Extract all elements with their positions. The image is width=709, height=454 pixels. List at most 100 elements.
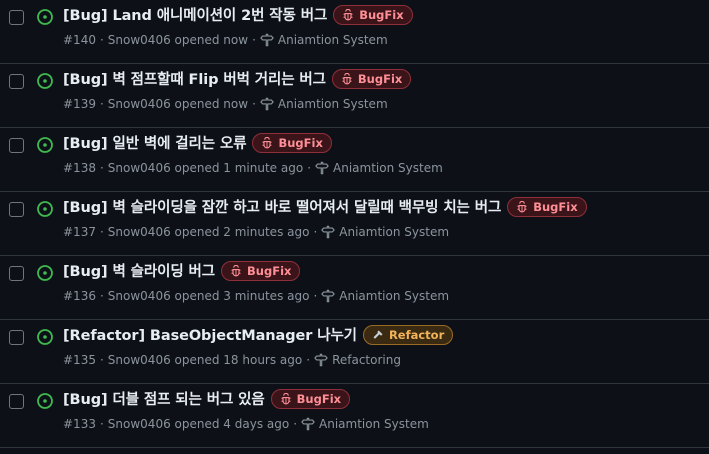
meta-separator: · xyxy=(307,161,312,175)
bug-icon xyxy=(516,200,528,213)
milestone-icon xyxy=(260,97,274,111)
issue-number: #135 xyxy=(63,353,96,367)
issue-label[interactable]: BugFix xyxy=(270,388,351,409)
issue-opened-by[interactable]: Snow0406 opened now xyxy=(108,97,248,111)
bug-icon xyxy=(280,392,292,405)
issue-opened-by[interactable]: Snow0406 opened 4 days ago xyxy=(108,417,289,431)
issue-checkbox[interactable] xyxy=(9,394,24,409)
milestone-icon xyxy=(315,161,329,175)
issue-opened-icon xyxy=(37,201,53,217)
issue-label-text: BugFix xyxy=(247,263,292,278)
issue-label[interactable]: BugFix xyxy=(507,196,587,217)
issue-meta: #135 · Snow0406 opened 18 hours ago · Re… xyxy=(63,353,401,367)
meta-separator: · xyxy=(99,161,104,175)
issue-meta: #136 · Snow0406 opened 3 minutes ago · A… xyxy=(63,289,449,303)
issue-checkbox[interactable] xyxy=(9,138,24,153)
issue-row: [Bug] 벽 점프할때 Flip 버벅 거리는 버그 BugFix #139 … xyxy=(0,64,709,128)
issue-checkbox[interactable] xyxy=(9,266,24,281)
issue-title[interactable]: [Bug] 벽 슬라이딩 버그 xyxy=(63,260,215,281)
issue-title[interactable]: [Bug] 벽 슬라이딩을 잠깐 하고 바로 떨어져서 달릴때 백무빙 치는 버… xyxy=(63,196,501,217)
issue-row: [Bug] 더블 점프 되는 버그 있음 BugFix #133 · Snow0… xyxy=(0,384,709,448)
issue-opened-icon xyxy=(37,265,53,281)
issue-row: [Bug] 벽 슬라이딩 버그 BugFix #136 · Snow0406 o… xyxy=(0,256,709,320)
bug-icon xyxy=(230,264,242,277)
issue-label[interactable]: BugFix xyxy=(252,132,332,153)
issue-meta: #133 · Snow0406 opened 4 days ago · Ania… xyxy=(63,417,429,431)
issue-milestone[interactable]: Aniamtion System xyxy=(339,289,449,303)
issue-title[interactable]: [Bug] 일반 벽에 걸리는 오류 xyxy=(63,132,247,153)
milestone-icon xyxy=(314,353,328,367)
issue-meta: #138 · Snow0406 opened 1 minute ago · An… xyxy=(63,161,443,175)
bug-icon xyxy=(342,8,354,21)
milestone-icon xyxy=(301,417,315,431)
issue-label-text: BugFix xyxy=(359,7,404,22)
issue-label[interactable]: BugFix xyxy=(331,68,412,89)
issue-checkbox[interactable] xyxy=(9,202,24,217)
issue-opened-by[interactable]: Snow0406 opened now xyxy=(108,33,248,47)
issue-label-text: BugFix xyxy=(533,199,578,214)
issue-milestone[interactable]: Aniamtion System xyxy=(278,33,388,47)
issue-title[interactable]: [Bug] 더블 점프 되는 버그 있음 xyxy=(63,388,265,409)
issue-checkbox[interactable] xyxy=(9,74,24,89)
milestone-icon xyxy=(321,225,335,239)
meta-separator: · xyxy=(313,225,318,239)
issue-title[interactable]: [Bug] Land 애니메이션이 2번 작동 버그 xyxy=(63,4,327,25)
issue-checkbox[interactable] xyxy=(9,10,24,25)
issue-opened-icon xyxy=(37,9,53,25)
meta-separator: · xyxy=(293,417,298,431)
issue-label[interactable]: BugFix xyxy=(333,4,413,25)
issue-opened-by[interactable]: Snow0406 opened 18 hours ago xyxy=(108,353,302,367)
issue-row: [Bug] 벽 슬라이딩을 잠깐 하고 바로 떨어져서 달릴때 백무빙 치는 버… xyxy=(0,192,709,256)
issue-checkbox[interactable] xyxy=(9,330,24,345)
issue-label-text: BugFix xyxy=(278,135,323,150)
issue-number: #138 xyxy=(63,161,96,175)
issue-opened-by[interactable]: Snow0406 opened 2 minutes ago xyxy=(108,225,310,239)
milestone-icon xyxy=(321,289,335,303)
issue-opened-icon xyxy=(37,137,53,153)
issue-number: #136 xyxy=(63,289,96,303)
issue-number: #139 xyxy=(63,97,96,111)
meta-separator: · xyxy=(313,289,318,303)
issue-row: [Refactor] BaseObjectManager 나누기 Refacto… xyxy=(0,320,709,384)
meta-separator: · xyxy=(252,97,256,111)
issue-list: [Bug] Land 애니메이션이 2번 작동 버그 BugFix #140 ·… xyxy=(0,0,709,454)
issue-number: #133 xyxy=(63,417,96,431)
issue-milestone[interactable]: Refactoring xyxy=(332,353,401,367)
meta-separator: · xyxy=(99,353,104,367)
meta-separator: · xyxy=(99,225,104,239)
meta-separator: · xyxy=(99,289,104,303)
issue-meta: #139 · Snow0406 opened now · Aniamtion S… xyxy=(63,97,388,111)
issue-title[interactable]: [Bug] 벽 점프할때 Flip 버벅 거리는 버그 xyxy=(63,68,326,89)
issue-title-line: [Bug] 벽 슬라이딩을 잠깐 하고 바로 떨어져서 달릴때 백무빙 치는 버… xyxy=(63,196,587,217)
meta-separator: · xyxy=(99,33,104,47)
issue-opened-icon xyxy=(37,329,53,345)
issue-label-text: BugFix xyxy=(357,71,403,86)
issue-title-line: [Bug] 일반 벽에 걸리는 오류 BugFix xyxy=(63,132,332,153)
issue-label-text: Refactor xyxy=(388,327,445,342)
issue-milestone[interactable]: Aniamtion System xyxy=(278,97,388,111)
issue-milestone[interactable]: Aniamtion System xyxy=(339,225,449,239)
issue-meta: #137 · Snow0406 opened 2 minutes ago · A… xyxy=(63,225,449,239)
issue-title-line: [Bug] Land 애니메이션이 2번 작동 버그 BugFix xyxy=(63,4,413,25)
issue-row: [Bug] Land 애니메이션이 2번 작동 버그 BugFix #140 ·… xyxy=(0,0,709,64)
meta-separator: · xyxy=(306,353,311,367)
issue-title-line: [Bug] 벽 점프할때 Flip 버벅 거리는 버그 BugFix xyxy=(63,68,412,89)
issue-title-line: [Refactor] BaseObjectManager 나누기 Refacto… xyxy=(63,324,454,345)
issue-opened-by[interactable]: Snow0406 opened 1 minute ago xyxy=(108,161,303,175)
issue-opened-icon xyxy=(37,393,53,409)
issue-meta: #140 · Snow0406 opened now · Aniamtion S… xyxy=(63,33,388,47)
issue-label[interactable]: BugFix xyxy=(221,260,301,281)
issue-row: [Bug] 일반 벽에 걸리는 오류 BugFix #138 · Snow040… xyxy=(0,128,709,192)
milestone-icon xyxy=(260,33,274,47)
issue-milestone[interactable]: Aniamtion System xyxy=(319,417,429,431)
issue-opened-by[interactable]: Snow0406 opened 3 minutes ago xyxy=(108,289,310,303)
hammer-icon xyxy=(372,329,384,341)
issue-label-text: BugFix xyxy=(296,391,342,406)
issue-label[interactable]: Refactor xyxy=(362,324,454,345)
meta-separator: · xyxy=(99,97,104,111)
issue-title-line: [Bug] 더블 점프 되는 버그 있음 BugFix xyxy=(63,388,351,409)
issue-number: #140 xyxy=(63,33,96,47)
issue-milestone[interactable]: Aniamtion System xyxy=(333,161,443,175)
issue-opened-icon xyxy=(37,73,53,89)
issue-title[interactable]: [Refactor] BaseObjectManager 나누기 xyxy=(63,324,357,345)
